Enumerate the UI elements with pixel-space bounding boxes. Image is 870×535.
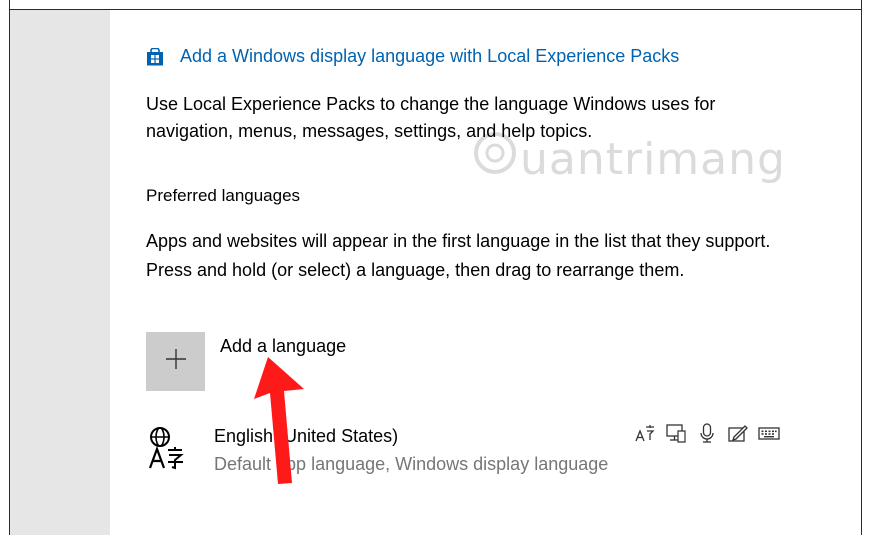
display-language-icon — [665, 422, 687, 444]
local-experience-packs-link[interactable]: Add a Windows display language with Loca… — [146, 46, 679, 67]
preferred-languages-heading: Preferred languages — [146, 186, 301, 205]
window-right-border — [861, 0, 870, 535]
local-experience-packs-link-label[interactable]: Add a Windows display language with Loca… — [180, 46, 679, 67]
store-bag-icon — [146, 47, 164, 66]
local-experience-packs-description: Use Local Experience Packs to change the… — [146, 94, 716, 141]
handwriting-icon — [727, 422, 749, 444]
plus-icon — [164, 347, 188, 376]
keyboard-icon — [758, 422, 780, 444]
annotation-arrow-icon — [254, 357, 304, 484]
language-glyph-icon — [148, 424, 186, 472]
add-language-label[interactable]: Add a language — [220, 336, 346, 357]
preferred-languages-description: Apps and websites will appear in the fir… — [146, 231, 771, 280]
language-feature-icons — [634, 422, 780, 444]
add-language-button[interactable] — [146, 332, 205, 391]
window-left-border — [0, 0, 10, 535]
window-top-border — [0, 0, 870, 10]
text-to-speech-icon — [634, 422, 656, 444]
speech-recognition-icon — [696, 422, 718, 444]
settings-nav-rail — [10, 10, 110, 535]
language-list-item[interactable]: English (United States) Default app lang… — [146, 420, 806, 480]
